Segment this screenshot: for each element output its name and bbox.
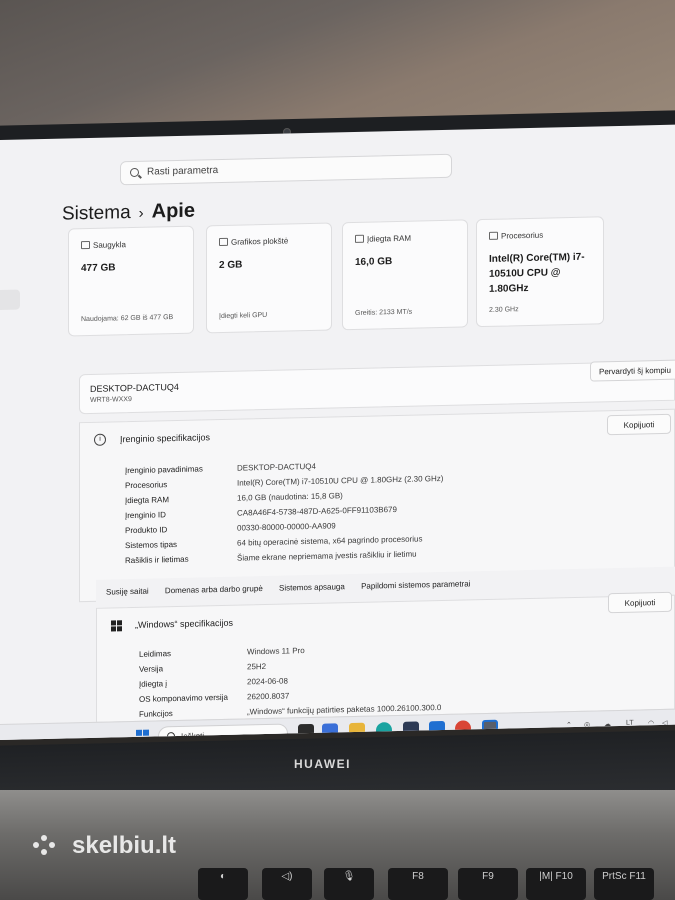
watermark-logo-icon [33,833,63,857]
cpu-label: Procesorius [489,231,543,241]
storage-value: 477 GB [81,262,116,275]
device-name-panel: DESKTOP-DACTUQ4 WRT8-WXX9 Pervardyti šį … [79,359,675,415]
link-advanced-settings[interactable]: Papildomi sistemos parametrai [361,579,470,590]
cpu-value: Intel(R) Core(TM) i7-10510U CPU @ 1.80GH… [489,251,585,295]
search-icon [130,167,139,178]
onedrive-icon[interactable]: ☁ [604,720,611,728]
volume-key: ◁) [262,868,312,900]
laptop-screen: Rasti parametra Sistema › Apie Saugykla 47… [0,124,675,740]
related-links-label: Susiję saitai [106,586,149,597]
gpu-icon [219,237,228,247]
device-group: WRT8-WXX9 [90,396,132,404]
gpu-card[interactable]: Grafikos plokštė 2 GB Įdiegti keli GPU [206,222,332,334]
key-f9: F9 [458,868,518,900]
gpu-label: Grafikos plokštė [219,236,288,247]
language-indicator[interactable]: LT [626,720,634,727]
search-icon [167,732,175,740]
ram-label: Įdiegta RAM [355,234,411,244]
ram-card[interactable]: Įdiegta RAM 16,0 GB Greitis: 2133 MT/s [342,219,468,331]
device-name: DESKTOP-DACTUQ4 [90,381,179,394]
rename-pc-button[interactable]: Pervardyti šį kompiu [590,359,675,382]
device-spec-heading[interactable]: i Įrenginio specifikacijos [94,432,210,446]
brightness-key: ◐ [198,868,248,900]
gpu-value: 2 GB [219,259,243,272]
key-f10: |M| F10 [526,868,586,900]
search-input[interactable]: Rasti parametra [120,153,452,186]
network-icon[interactable]: ◎ [584,721,590,729]
copy-windows-spec-button[interactable]: Kopijuoti [608,591,672,614]
ram-sub: Greitis: 2133 MT/s [355,308,413,317]
taskbar-search-input[interactable]: Ieškoti [158,723,288,740]
key-f10-glyph: |M| [539,871,553,882]
volume-icon[interactable]: ◁ [662,719,667,727]
windows-logo-icon [111,620,123,632]
cpu-icon [489,231,498,240]
chevron-up-icon[interactable]: ⌃ [566,721,572,729]
ram-icon [355,234,364,243]
start-button-icon[interactable] [136,729,150,740]
device-spec-rows: Įrenginio pavadinimas DESKTOP-DACTUQ4 Pro… [125,454,665,571]
storage-icon [81,240,90,250]
breadcrumb-separator: › [138,204,144,222]
key-f11: PrtSc F11 [594,868,654,900]
cpu-card[interactable]: Procesorius Intel(R) Core(TM) i7-10510U … [476,216,604,328]
cpu-sub: 2.30 GHz [489,306,519,314]
storage-card[interactable]: Saugykla 477 GB Naudojama: 62 GB iš 477 … [68,225,194,337]
windows-spec-panel: „Windows“ specifikacijos Kopijuoti Leidi… [96,591,675,723]
link-system-protection[interactable]: Sistemos apsauga [279,582,345,592]
mute-key: 🎙 [324,868,374,900]
info-icon: i [94,433,106,446]
link-domain-workgroup[interactable]: Domenas arba darbo grupė [165,584,263,595]
sidebar-collapsed-item[interactable] [0,289,20,310]
breadcrumb: Sistema › Apie [62,200,195,226]
ram-value: 16,0 GB [355,256,393,268]
wifi-icon[interactable]: ◠ [648,719,654,727]
storage-label: Saugykla [81,240,126,250]
watermark-text: skelbiu.lt [72,832,177,859]
key-f8: F8 [388,868,448,900]
taskbar-search-placeholder: Ieškoti [181,731,205,740]
windows-spec-heading[interactable]: „Windows“ specifikacijos [111,618,233,632]
function-key-row: ◐ ◁) 🎙 F8 F9 |M| F10 PrtSc F11 [0,868,675,900]
search-placeholder: Rasti parametra [147,165,219,178]
laptop-brand-logo: HUAWEI [294,757,351,771]
storage-sub: Naudojama: 62 GB iš 477 GB [81,314,174,324]
page-title: Apie [151,199,195,223]
copy-device-spec-button[interactable]: Kopijuoti [607,413,671,436]
gpu-sub: Įdiegti keli GPU [219,311,268,321]
breadcrumb-parent[interactable]: Sistema [62,202,131,225]
